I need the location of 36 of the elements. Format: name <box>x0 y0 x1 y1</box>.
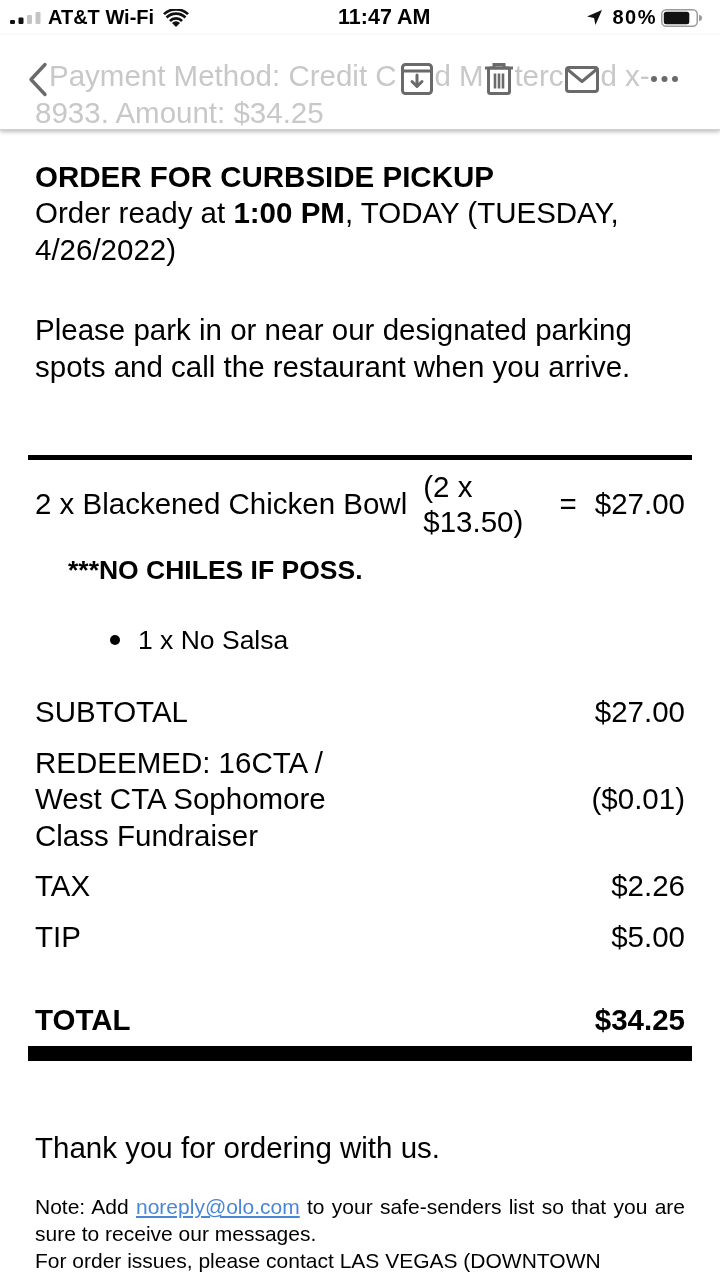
clock-time: 11:47 AM <box>338 5 431 30</box>
item-unit-price: (2 x $13.50) <box>423 469 525 539</box>
item-modifier: 1 x No Salsa <box>138 624 289 657</box>
item-note: ***NO CHILES IF POSS. <box>68 555 364 585</box>
back-icon[interactable] <box>28 61 48 97</box>
summary-amount: $5.00 <box>611 918 685 955</box>
equals-sign: = <box>559 486 577 522</box>
item-amount: $27.00 <box>594 486 685 522</box>
total-amount: $34.25 <box>594 1002 685 1038</box>
location-arrow-icon <box>587 10 603 25</box>
wifi-icon <box>163 8 190 27</box>
summary-label: REDEEMED: 16CTA / West CTA Sophomore Class Fundraiser <box>35 744 327 854</box>
archive-icon[interactable] <box>401 63 433 95</box>
trash-icon[interactable] <box>485 63 513 95</box>
email-link[interactable]: noreply@olo.com <box>136 1195 300 1218</box>
mail-icon[interactable] <box>565 65 599 93</box>
total-label: TOTAL <box>35 1002 131 1038</box>
summary-label: TIP <box>35 918 81 955</box>
more-icon[interactable] <box>651 76 678 82</box>
item-name: 2 x Blackened Chicken Bowl <box>35 486 408 522</box>
summary-label: TAX <box>35 868 91 904</box>
carrier-name: AT&T Wi-Fi <box>48 6 155 29</box>
bullet-icon <box>110 635 120 645</box>
ready-time-text: Order ready at 1:00 PM, TODAY (TUESDAY, 4/26/2022) <box>35 195 620 268</box>
summary-amount: $2.26 <box>611 868 685 904</box>
battery-icon <box>661 8 702 27</box>
order-heading: ORDER FOR CURBSIDE PICKUP <box>35 159 495 195</box>
safe-senders-note: Note: Add noreply@olo.com to your safe-senders list so that you are sure to receive our messages. <box>35 1194 685 1247</box>
thank-you-text: Thank you for ordering with us. <box>35 1130 441 1166</box>
battery-percent: 80% <box>612 6 657 29</box>
summary-amount: ($0.01) <box>591 781 685 817</box>
summary-amount: $27.00 <box>594 694 685 730</box>
pickup-instructions: Please park in or near our designated parking spots and call the restaurant when you arrive. <box>35 312 633 385</box>
signal-icon <box>10 11 41 24</box>
summary-label: SUBTOTAL <box>35 694 188 730</box>
contact-text: For order issues, please contact LAS VEGAS (DOWNTOWN <box>35 1248 602 1274</box>
